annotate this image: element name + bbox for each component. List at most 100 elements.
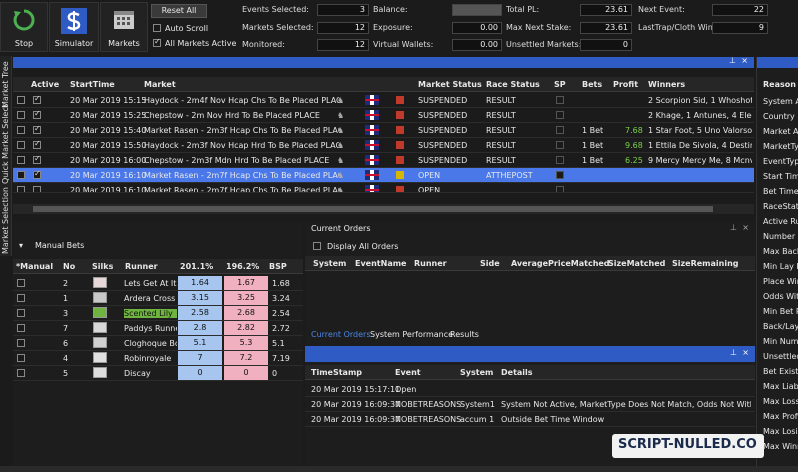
market-row[interactable]: 20 Mar 2019 15:15Haydock - 2m4f Nov Hcap… — [13, 93, 754, 108]
manual-checkbox[interactable] — [17, 294, 25, 302]
back-price[interactable]: 0 — [178, 366, 222, 380]
runner-row[interactable]: 3 Scented Lily 2.58 2.68 2.54 — [13, 306, 303, 321]
col-manual[interactable]: *Manual — [16, 262, 53, 271]
manual-checkbox[interactable] — [17, 369, 25, 377]
col-avg-price[interactable]: AveragePriceMatched — [511, 259, 610, 268]
lay-price[interactable]: 5.3 — [224, 336, 268, 350]
lay-price[interactable]: 0 — [224, 366, 268, 380]
row-active-checkbox[interactable] — [33, 124, 41, 134]
log-row[interactable]: 20 Mar 2019 16:09:37 NOBETREASONS System1 S… — [305, 397, 755, 412]
col-size-remaining[interactable]: SizeRemaining — [672, 259, 739, 268]
row-expand[interactable] — [17, 96, 25, 104]
runner-row[interactable]: 7 Paddys Runne 2.8 2.82 2.72 — [13, 321, 303, 336]
manual-checkbox[interactable] — [17, 339, 25, 347]
market-row[interactable]: 20 Mar 2019 16:10Market Rasen - 2m7f Hca… — [13, 168, 754, 183]
manual-checkbox[interactable] — [17, 309, 25, 317]
auto-scroll-checkbox[interactable]: Auto Scroll — [153, 23, 243, 35]
col-profit[interactable]: Profit — [613, 80, 638, 89]
close-icon[interactable]: × — [741, 56, 748, 65]
lay-price[interactable]: 7.2 — [224, 351, 268, 365]
col-back-book[interactable]: 201.1% — [180, 262, 213, 271]
pin-icon[interactable]: ⊥ — [730, 223, 737, 232]
display-all-orders-checkbox[interactable]: Display All Orders — [313, 241, 433, 253]
row-sp-checkbox[interactable] — [556, 111, 564, 119]
col-active[interactable]: Active — [31, 80, 59, 89]
col-side[interactable]: Side — [480, 259, 500, 268]
back-price[interactable]: 5.1 — [178, 336, 222, 350]
col-details[interactable]: Details — [501, 368, 533, 377]
col-silks[interactable]: Silks — [92, 262, 113, 271]
row-active-checkbox[interactable] — [33, 94, 41, 104]
stop-button[interactable]: Stop — [0, 2, 48, 52]
col-winners[interactable]: Winners — [648, 80, 685, 89]
back-price[interactable]: 2.58 — [178, 306, 222, 320]
market-row[interactable]: 20 Mar 2019 16:00Chepstow - 2m3f Mdn Hrd… — [13, 153, 754, 168]
back-price[interactable]: 3.15 — [178, 291, 222, 305]
col-sp[interactable]: SP — [554, 80, 566, 89]
scrollbar-thumb[interactable] — [33, 206, 713, 212]
row-expand[interactable] — [17, 111, 25, 119]
market-row[interactable]: 20 Mar 2019 15:50Haydock - 2m3f Nov Hcap… — [13, 138, 754, 153]
col-system[interactable]: System — [313, 259, 346, 268]
pin-icon[interactable]: ⊥ — [730, 348, 737, 357]
lay-price[interactable]: 2.68 — [224, 306, 268, 320]
side-tab-market-selection[interactable]: Market Selection — [1, 187, 10, 254]
close-icon[interactable]: × — [742, 223, 749, 232]
manual-checkbox[interactable] — [17, 324, 25, 332]
row-sp-checkbox[interactable] — [556, 156, 564, 164]
simulator-button[interactable]: Simulator — [49, 2, 99, 52]
row-active-checkbox[interactable] — [33, 109, 41, 119]
pin-icon[interactable]: ⊥ — [729, 56, 736, 65]
row-expand[interactable] — [17, 126, 25, 134]
row-sp-checkbox[interactable] — [556, 171, 564, 179]
markets-horizontal-scrollbar[interactable] — [13, 204, 754, 214]
lay-price[interactable]: 2.82 — [224, 321, 268, 335]
col-no[interactable]: No — [63, 262, 75, 271]
col-system[interactable]: System — [460, 368, 493, 377]
markets-button[interactable]: Markets — [100, 2, 148, 52]
runner-row[interactable]: 2 Lets Get At It 1.64 1.67 1.68 — [13, 276, 303, 291]
back-price[interactable]: 2.8 — [178, 321, 222, 335]
row-sp-checkbox[interactable] — [556, 96, 564, 104]
row-active-checkbox[interactable] — [33, 186, 41, 192]
tab-results[interactable]: Results — [450, 330, 479, 339]
row-active-checkbox[interactable] — [33, 169, 41, 179]
close-icon[interactable]: × — [742, 348, 749, 357]
back-price[interactable]: 7 — [178, 351, 222, 365]
col-runner[interactable]: Runner — [125, 262, 158, 271]
row-expand[interactable] — [17, 171, 25, 179]
runner-row[interactable]: 4 Robinroyale 7 7.2 7.19 — [13, 351, 303, 366]
col-race-status[interactable]: Race Status — [486, 80, 540, 89]
col-bsp[interactable]: BSP — [269, 262, 287, 271]
runner-row[interactable]: 5 Discay 0 0 0 — [13, 366, 303, 381]
runner-row[interactable]: 1 Ardera Cross 3.15 3.25 3.24 — [13, 291, 303, 306]
manual-checkbox[interactable] — [17, 354, 25, 362]
reset-all-button[interactable]: Reset All — [151, 4, 207, 18]
col-bets[interactable]: Bets — [582, 80, 602, 89]
log-row[interactable]: 20 Mar 2019 15:17:11 Open — [305, 382, 755, 397]
col-starttime[interactable]: StartTime — [70, 80, 115, 89]
tab-system-performance[interactable]: System Performance — [370, 330, 453, 339]
tab-current-orders[interactable]: Current Orders — [311, 330, 371, 339]
side-tab-quick-market-select[interactable]: Quick Market Select — [1, 104, 10, 184]
col-size-matched[interactable]: SizeMatched — [608, 259, 665, 268]
row-sp-checkbox[interactable] — [556, 186, 564, 192]
lay-price[interactable]: 3.25 — [224, 291, 268, 305]
market-row[interactable]: 20 Mar 2019 15:40Market Rasen - 2m3f Hca… — [13, 123, 754, 138]
back-price[interactable]: 1.64 — [178, 276, 222, 290]
log-row[interactable]: 20 Mar 2019 16:09:37 NOBETREASONS accum 1 O… — [305, 412, 755, 427]
lay-price[interactable]: 1.67 — [224, 276, 268, 290]
col-runner[interactable]: Runner — [414, 259, 447, 268]
row-expand[interactable] — [17, 156, 25, 164]
collapse-icon[interactable]: ▾ — [19, 241, 23, 250]
row-sp-checkbox[interactable] — [556, 141, 564, 149]
col-eventname[interactable]: EventName — [355, 259, 406, 268]
row-active-checkbox[interactable] — [33, 139, 41, 149]
all-markets-active-checkbox[interactable]: All Markets Active — [153, 37, 243, 50]
col-timestamp[interactable]: TimeStamp — [311, 368, 362, 377]
col-market[interactable]: Market — [144, 80, 176, 89]
manual-checkbox[interactable] — [17, 279, 25, 287]
row-sp-checkbox[interactable] — [556, 126, 564, 134]
side-tab-market-tree[interactable]: Market Tree — [1, 58, 10, 108]
runner-row[interactable]: 6 Cloghoque Bc 5.1 5.3 5.1 — [13, 336, 303, 351]
